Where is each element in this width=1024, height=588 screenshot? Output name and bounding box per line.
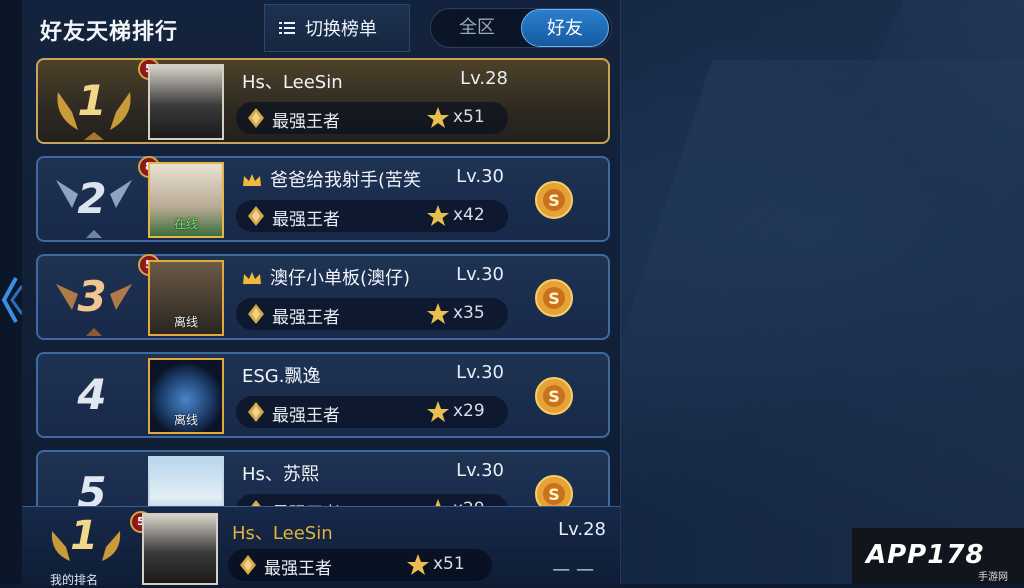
avatar[interactable]: 离线	[148, 358, 224, 434]
my-rank-label: 我的排名	[50, 573, 99, 587]
send-gold-icon[interactable]: S	[534, 376, 574, 416]
avatar[interactable]: 离线	[148, 260, 224, 336]
my-avatar[interactable]	[142, 513, 218, 585]
my-player-level: Lv.28	[558, 519, 606, 540]
my-rank-number: 1	[70, 513, 98, 559]
crown-icon	[243, 174, 261, 186]
tier-name: 最强王者	[272, 210, 340, 230]
tier-emblem-icon	[248, 402, 264, 422]
player-level: Lv.30	[456, 166, 504, 187]
star-icon	[427, 401, 449, 422]
tab-all-server[interactable]: 全区	[437, 9, 517, 47]
offline-status: 离线	[173, 413, 198, 427]
tier-emblem-icon	[248, 206, 264, 226]
my-tier-info: 最强王者 x51	[228, 549, 492, 581]
player-name: 澳仔小单板(澳仔)	[242, 264, 410, 290]
star-count: x35	[453, 303, 485, 323]
rank-number: 3	[77, 272, 107, 321]
send-gold-icon[interactable]: S	[534, 180, 574, 220]
my-rank-bar: 1 我的排名 5 Hs、LeeSin Lv.28 最强王者 x51 — —	[22, 506, 620, 587]
player-name: Hs、苏熙	[242, 464, 319, 485]
star-icon	[427, 205, 449, 226]
star-icon	[427, 107, 449, 128]
tier-name: 最强王者	[272, 308, 340, 328]
player-level: Lv.30	[456, 362, 504, 383]
list-item[interactable]: 4 离线 ESG.飘逸 Lv.30 最强王者 x29 S	[36, 352, 610, 438]
offline-status: 离线	[173, 315, 198, 329]
collapse-left-icon[interactable]	[0, 272, 22, 328]
my-player-name: Hs、LeeSin	[232, 523, 333, 544]
list-icon	[279, 22, 295, 34]
avatar[interactable]	[148, 64, 224, 140]
player-level: Lv.28	[460, 68, 508, 89]
tier-info: 最强王者 x35	[236, 298, 508, 330]
player-name-text: 爸爸给我射手(苦笑	[270, 170, 422, 191]
star-icon	[427, 303, 449, 324]
star-count: x51	[433, 554, 465, 574]
player-level: Lv.30	[456, 264, 504, 285]
switch-leaderboard-label: 切换榜单	[305, 19, 377, 40]
switch-leaderboard-button[interactable]: 切换榜单	[264, 4, 410, 52]
rank-number: 1	[77, 76, 107, 125]
star-count: x42	[453, 205, 485, 225]
player-name: Hs、LeeSin	[242, 72, 343, 93]
player-name: ESG.飘逸	[242, 366, 321, 387]
panel-header: 好友天梯排行 切换榜单 全区 好友	[22, 0, 620, 56]
tier-emblem-icon	[248, 304, 264, 324]
tab-friends[interactable]: 好友	[521, 9, 609, 47]
watermark-subtext: 手游网	[978, 572, 1008, 583]
avatar[interactable]: 在线	[148, 162, 224, 238]
star-count: x51	[453, 107, 485, 127]
star-count: x29	[453, 401, 485, 421]
watermark-text: APP178	[866, 540, 985, 570]
tier-name: 最强王者	[272, 112, 340, 132]
scope-toggle: 全区 好友	[430, 8, 612, 48]
tier-info: 最强王者 x51	[236, 102, 508, 134]
star-icon	[407, 554, 429, 575]
site-watermark: APP178 手游网	[852, 528, 1024, 584]
tier-name: 最强王者	[272, 406, 340, 426]
player-level: Lv.30	[456, 460, 504, 481]
player-name: 爸爸给我射手(苦笑	[242, 166, 421, 192]
list-item[interactable]: 3 5 离线 澳仔小单板(澳仔) Lv.30 最强王者 x35 S	[36, 254, 610, 340]
svg-text:S: S	[548, 289, 560, 308]
tier-info: 最强王者 x42	[236, 200, 508, 232]
online-status: 在线	[173, 217, 198, 231]
crown-icon	[243, 272, 261, 284]
tier-emblem-icon	[248, 108, 264, 128]
list-item[interactable]: 1 5 Hs、LeeSin Lv.28 最强王者 x51	[36, 58, 610, 144]
ladder-panel: 好友天梯排行 切换榜单 全区 好友 1 5 Hs、LeeSin Lv.28	[22, 0, 621, 584]
svg-text:S: S	[548, 387, 560, 406]
page-title: 好友天梯排行	[40, 20, 179, 45]
send-gold-icon[interactable]: S	[534, 278, 574, 318]
list-item[interactable]: 2 8 在线 爸爸给我射手(苦笑 Lv.30 最强王者 x42 S	[36, 156, 610, 242]
svg-text:S: S	[548, 191, 560, 210]
tier-name: 最强王者	[264, 559, 332, 579]
my-extra-value: — —	[552, 559, 594, 580]
tier-info: 最强王者 x29	[236, 396, 508, 428]
tier-emblem-icon	[240, 555, 256, 575]
svg-text:S: S	[548, 485, 560, 504]
rank-number: 2	[77, 174, 107, 223]
player-name-text: 澳仔小单板(澳仔)	[270, 268, 411, 289]
rank-number: 4	[77, 370, 107, 419]
